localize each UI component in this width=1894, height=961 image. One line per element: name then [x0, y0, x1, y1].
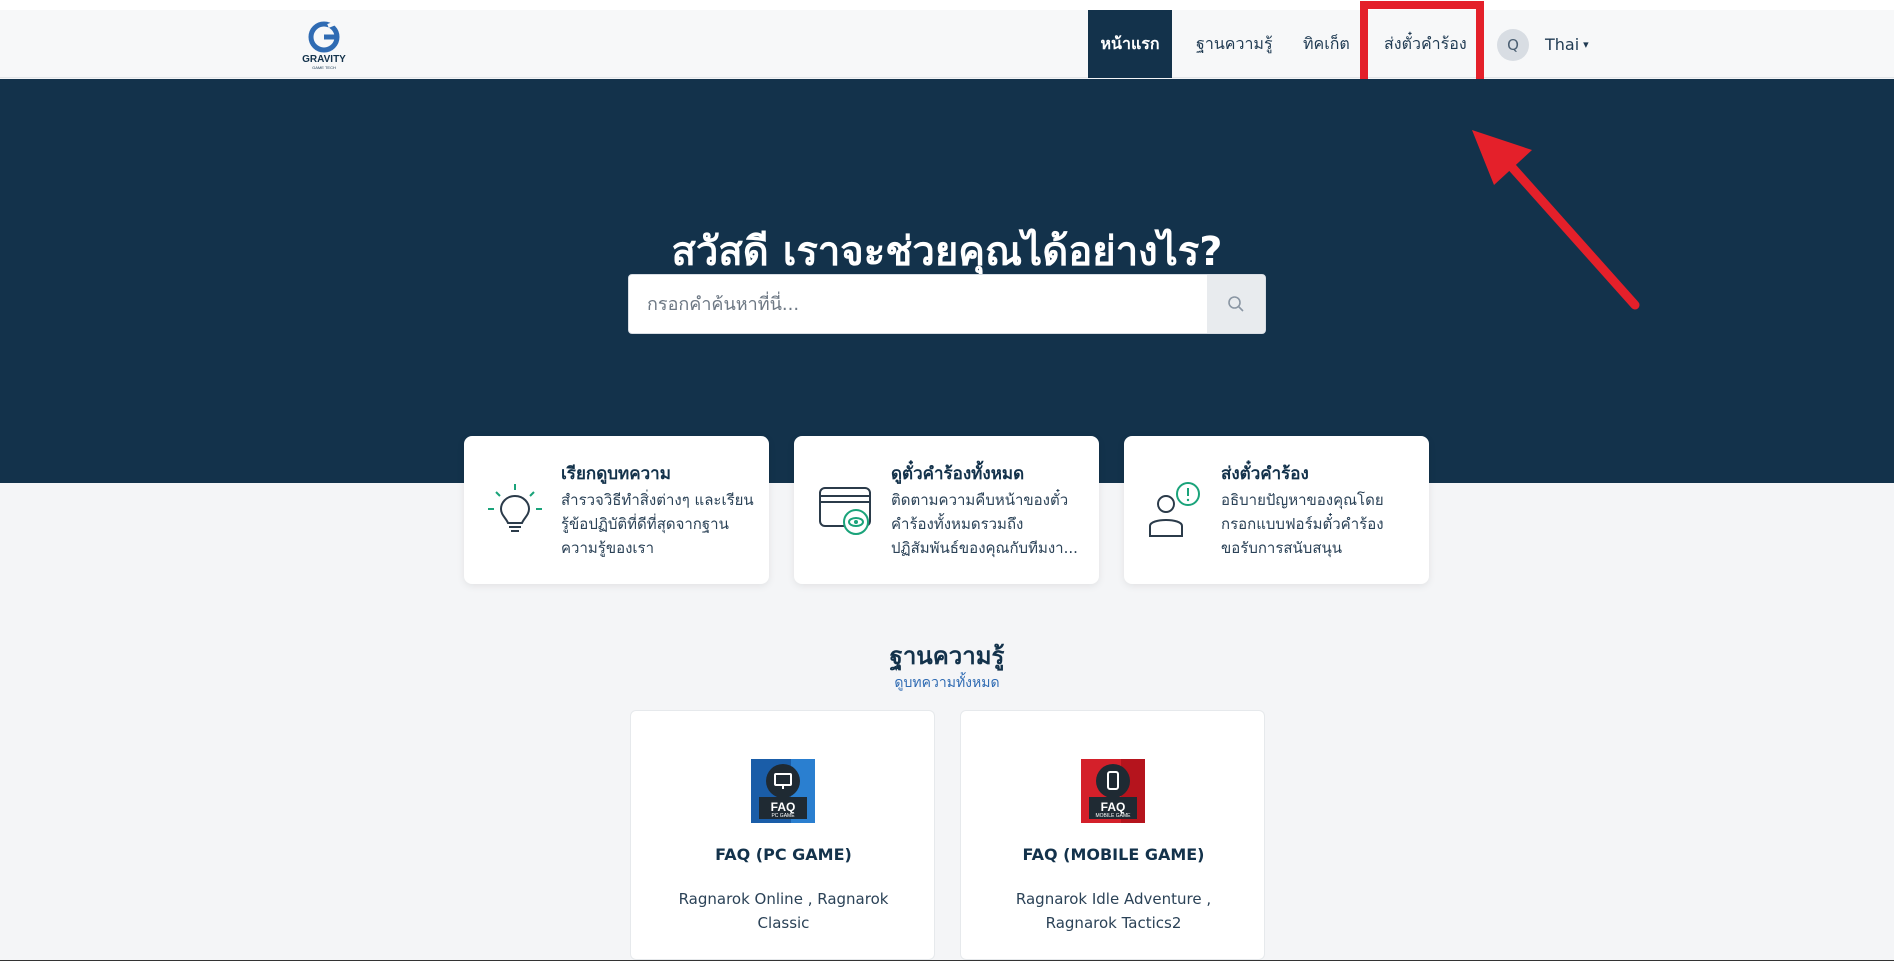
search-icon — [1228, 296, 1244, 312]
faq-badge: FAQ — [1101, 800, 1126, 814]
tickets-eye-icon — [812, 478, 878, 544]
top-strip — [0, 0, 1894, 10]
faq-badge-sub: MOBILE GAME — [1095, 813, 1131, 819]
card-description: ติดตามความคืบหน้าของตั๋วคำร้องทั้งหมดรวม… — [891, 491, 1078, 557]
card-browse-articles[interactable]: เรียกดูบทความ สำรวจวิธีทำสิ่งต่างๆ และเร… — [464, 436, 769, 584]
nav-knowledge-base[interactable]: ฐานความรู้ — [1196, 10, 1273, 78]
avatar[interactable]: Q — [1497, 29, 1529, 61]
card-title: ส่งตั๋วคำร้อง — [1221, 464, 1309, 484]
category-description: Ragnarok Idle Adventure , Ragnarok Tacti… — [1015, 890, 1212, 932]
faq-pc-thumbnail: FAQ PC GAME — [751, 759, 815, 823]
category-title: FAQ (MOBILE GAME) — [1022, 845, 1205, 864]
card-description: อธิบายปัญหาของคุณโดยกรอกแบบฟอร์มตั๋วคำร้… — [1221, 491, 1384, 557]
card-view-tickets[interactable]: ดูตั๋วคำร้องทั้งหมด ติดตามความคืบหน้าของ… — [794, 436, 1099, 584]
card-submit-ticket[interactable]: ส่งตั๋วคำร้อง อธิบายปัญหาของคุณโดยกรอกแบ… — [1124, 436, 1429, 584]
category-description: Ragnarok Online , Ragnarok Classic — [678, 890, 889, 932]
person-alert-icon — [1142, 478, 1208, 544]
card-title: ดูตั๋วคำร้องทั้งหมด — [891, 464, 1025, 484]
faq-badge: FAQ — [771, 800, 796, 814]
search-button[interactable] — [1207, 275, 1265, 333]
card-title: เรียกดูบทความ — [561, 464, 671, 484]
knowledge-base-title: ฐานความรู้ — [889, 642, 1005, 670]
nav-tickets[interactable]: ทิคเก็ต — [1303, 10, 1350, 78]
language-selector[interactable]: Thai ▾ — [1545, 10, 1589, 78]
lightbulb-icon — [482, 478, 548, 544]
highlight-box — [1360, 1, 1484, 87]
browse-all-articles-link[interactable]: ดูบทความทั้งหมด — [0, 672, 1894, 694]
faq-mobile-thumbnail: FAQ MOBILE GAME — [1081, 759, 1145, 823]
header: GRAVITY GAME TECH หน้าแรก ฐานความรู้ ทิค… — [0, 10, 1894, 78]
logo-text: GRAVITY — [302, 54, 346, 65]
nav-home[interactable]: หน้าแรก — [1088, 10, 1172, 78]
hero-banner: สวัสดี เราจะช่วยคุณได้อย่างไร? — [0, 79, 1894, 483]
category-title: FAQ (PC GAME) — [715, 845, 852, 864]
language-label: Thai — [1545, 34, 1580, 54]
card-description: สำรวจวิธีทำสิ่งต่างๆ และเรียนรู้ข้อปฏิบั… — [561, 491, 754, 557]
gravity-logo[interactable]: GRAVITY GAME TECH — [296, 20, 352, 70]
chevron-down-icon: ▾ — [1583, 37, 1589, 51]
category-faq-mobile[interactable]: FAQ MOBILE GAME FAQ (MOBILE GAME) Ragnar… — [960, 710, 1265, 960]
logo-subtext: GAME TECH — [312, 65, 336, 70]
search-input[interactable] — [629, 275, 1207, 333]
category-faq-pc[interactable]: FAQ PC GAME FAQ (PC GAME) Ragnarok Onlin… — [630, 710, 935, 960]
search-box — [628, 274, 1266, 334]
faq-badge-sub: PC GAME — [771, 813, 795, 819]
